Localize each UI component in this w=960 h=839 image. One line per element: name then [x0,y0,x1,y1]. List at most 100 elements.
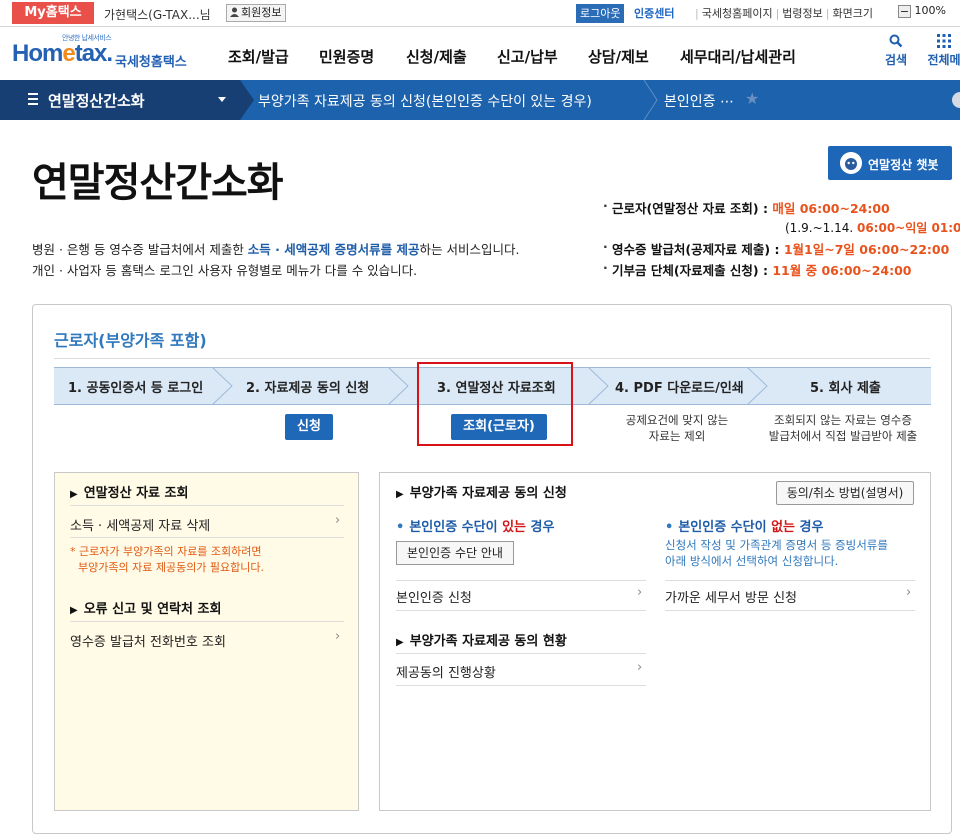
dependent-consent-heading: ▶ 부양가족 자료제공 동의 신청 [396,486,567,501]
delete-deduction-data-link[interactable]: 소득 · 세액공제 자료 삭제 [70,515,210,534]
divider [396,653,646,654]
screen-size-label: 화면크기 [832,7,873,20]
chatbot-icon [840,152,862,174]
chatbot-button[interactable]: 연말정산 챗봇 [828,146,952,180]
member-info-button[interactable]: 회원정보 [226,4,287,22]
nav-consult-report[interactable]: 상담/제보 [588,46,649,67]
step-arrow-icon [388,367,409,405]
law-info-link[interactable]: 법령정보 [782,7,822,20]
tax-office-visit-link[interactable]: 가까운 세무서 방문 신청 [665,587,797,606]
divider [396,580,646,581]
nav-report-pay[interactable]: 신고/납부 [497,46,558,67]
hamburger-icon [28,93,38,105]
search-icon [889,34,903,48]
search-label: 검색 [884,53,908,67]
nav-apply-submit[interactable]: 신청/제출 [406,46,467,67]
logo-korean: 국세청홈택스 [115,55,187,70]
error-contact-heading: ▶ 오류 신고 및 연락처 조회 [70,602,222,617]
breadcrumb-level1[interactable]: 연말정산간소화 [0,80,240,120]
worker-section-title: 근로자(부양가족 포함) [54,331,207,350]
divider [396,610,646,611]
divider [665,610,915,611]
chevron-right-icon[interactable]: › [335,513,340,528]
all-menu-button[interactable]: 전체메 [924,34,960,68]
unavailable-note: 신청서 작성 및 가족관계 증명서 등 증빙서류를 아래 방식에서 선택하여 신청… [665,538,888,568]
step-2: 2. 자료제공 동의 신청 [246,381,370,396]
dropdown-arrow-icon [218,97,226,102]
warning-line2: 부양가족의 자료 제공동의가 필요합니다. [78,561,265,574]
zoom-control: − 100% [898,4,946,18]
schedule-receipt-issuer: · 영수증 발급처(공제자료 제출) : 1월1일~7일 06:00~22:00 [603,239,950,257]
auth-method-guide-button[interactable]: 본인인증 수단 안내 [396,541,514,565]
step-arrow-icon [212,367,233,405]
query-worker-button[interactable]: 조회(근로자) [451,414,547,440]
auth-available-heading: • 본인인증 수단이 있는 경우 [396,520,555,535]
triangle-icon: ▶ [70,605,78,616]
consent-progress-link[interactable]: 제공동의 진행상황 [396,662,496,681]
nav-civil-certificate[interactable]: 민원증명 [319,46,374,67]
section-divider [54,358,930,359]
chevron-right-icon[interactable]: › [637,660,642,675]
schedule-donation-org: · 기부금 단체(자료제출 신청) : 11월 중 06:00~24:00 [603,260,912,278]
breadcrumb-bar: 연말정산간소화 부양가족 자료제공 동의 신청(본인인증 수단이 있는 경우) … [0,80,960,120]
top-links: | 국세청홈페이지 | 법령정보 | 화면크기 [695,7,873,20]
nav-inquiry-issue[interactable]: 조회/발급 [228,46,289,67]
logout-button[interactable]: 로그아웃 [576,4,625,23]
breadcrumb-level3[interactable]: 본인인증 ⋯ [664,91,734,111]
grid-icon [937,34,951,48]
step-1: 1. 공동인증서 등 로그인 [68,381,204,396]
chevron-right-icon[interactable]: › [637,585,642,600]
my-hometax-button[interactable]: My홈택스 [12,2,94,24]
breadcrumb-separator-icon [240,80,254,120]
step-5: 5. 회사 제출 [810,381,881,396]
cert-center-link[interactable]: 인증센터 [634,5,674,21]
consent-status-heading: ▶ 부양가족 자료제공 동의 현황 [396,634,567,649]
nts-homepage-link[interactable]: 국세청홈페이지 [702,7,773,20]
hometax-logo[interactable]: 안녕한 납세서비스 Hometax. 국세청홈택스 [12,33,192,73]
nav-tax-agent[interactable]: 세무대리/납세관리 [680,46,796,67]
all-menu-label: 전체메 [927,53,960,67]
breadcrumb-level2[interactable]: 부양가족 자료제공 동의 신청(본인인증 수단이 있는 경우) [258,91,592,111]
search-button[interactable]: 검색 [882,34,910,68]
chevron-right-icon[interactable]: › [335,629,340,644]
divider [396,685,646,686]
triangle-icon: ▶ [396,489,404,500]
scroll-circle-icon[interactable] [952,92,960,108]
triangle-icon: ▶ [396,637,404,648]
schedule-worker-extended: (1.9.~1.14. 06:00~익일 01:00) [785,221,960,235]
auth-unavailable-heading: • 본인인증 수단이 없는 경우 [665,520,824,535]
person-icon [230,7,239,17]
breadcrumb-level1-label: 연말정산간소화 [48,92,145,110]
divider [70,537,344,538]
page-title: 연말정산간소화 [32,160,284,206]
divider [70,621,344,622]
step4-note: 공제요건에 맞지 않는 자료는 제외 [625,413,729,443]
issuer-phone-lookup-link[interactable]: 영수증 발급처 전화번호 조회 [70,631,226,650]
chevron-right-icon[interactable]: › [906,585,911,600]
consent-method-guide-button[interactable]: 동의/취소 방법(설명서) [776,481,914,505]
step-arrow-icon [588,367,609,405]
chatbot-label: 연말정산 챗봇 [868,158,939,172]
top-utility-bar: My홈택스 가현택스(G-TAX...님 회원정보 로그아웃 인증센터 | 국세청… [0,0,960,27]
service-description-line1: 병원 · 은행 등 영수증 발급처에서 제출한 소득 · 세액공제 증명서류를 … [32,242,520,257]
divider [70,505,344,506]
step5-note: 조회되지 않는 자료는 영수증 발급처에서 직접 발급받아 제출 [768,413,918,443]
schedule-worker: · 근로자(연말정산 자료 조회) : 매일 06:00~24:00 [603,198,890,216]
warning-line1: * 근로자가 부양가족의 자료를 조회하려면 [70,545,262,558]
zoom-out-button[interactable]: − [898,4,911,18]
step-4: 4. PDF 다운로드/인쇄 [615,381,744,396]
user-name: 가현택스(G-TAX...님 [104,8,211,22]
divider [665,580,915,581]
member-info-label: 회원정보 [241,6,282,19]
breadcrumb-bar-end [766,80,960,120]
logo-text: Hometax. [12,40,113,67]
triangle-icon: ▶ [70,489,78,500]
step-arrow-icon [747,367,768,405]
service-description-line2: 개인 · 사업자 등 홈택스 로그인 사용자 유형별로 메뉴가 다를 수 있습니… [32,263,418,278]
yearend-data-query-heading: ▶ 연말정산 자료 조회 [70,486,189,501]
zoom-level: 100% [914,4,946,17]
favorite-star-icon[interactable]: ★ [745,89,759,108]
apply-button[interactable]: 신청 [285,414,333,440]
breadcrumb-separator-icon [643,80,658,120]
self-auth-apply-link[interactable]: 본인인증 신청 [396,587,472,606]
